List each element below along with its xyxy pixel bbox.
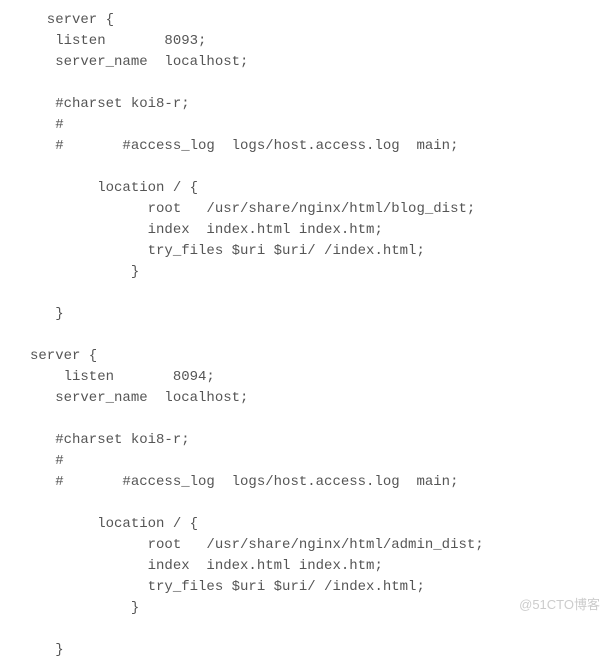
- code-line: # #access_log logs/host.access.log main;: [30, 474, 458, 490]
- watermark-text: @51CTO博客: [519, 595, 600, 615]
- code-line: }: [30, 264, 139, 280]
- code-line: #: [30, 117, 64, 133]
- code-line: listen 8093;: [30, 33, 206, 49]
- code-line: index index.html index.htm;: [30, 558, 383, 574]
- code-line: }: [30, 306, 64, 322]
- code-line: }: [30, 600, 139, 616]
- code-block: server { listen 8093; server_name localh…: [30, 10, 600, 661]
- code-line: server {: [30, 12, 114, 28]
- code-line: try_files $uri $uri/ /index.html;: [30, 243, 425, 259]
- code-line: #charset koi8-r;: [30, 432, 190, 448]
- code-line: server_name localhost;: [30, 54, 248, 70]
- code-line: #charset koi8-r;: [30, 96, 190, 112]
- code-line: root /usr/share/nginx/html/admin_dist;: [30, 537, 484, 553]
- code-line: location / {: [30, 180, 198, 196]
- code-line: server {: [30, 348, 97, 364]
- code-line: root /usr/share/nginx/html/blog_dist;: [30, 201, 475, 217]
- code-line: index index.html index.htm;: [30, 222, 383, 238]
- code-line: }: [30, 642, 64, 658]
- code-line: location / {: [30, 516, 198, 532]
- code-line: # #access_log logs/host.access.log main;: [30, 138, 458, 154]
- code-line: try_files $uri $uri/ /index.html;: [30, 579, 425, 595]
- code-line: #: [30, 453, 64, 469]
- code-line: listen 8094;: [30, 369, 215, 385]
- code-line: server_name localhost;: [30, 390, 248, 406]
